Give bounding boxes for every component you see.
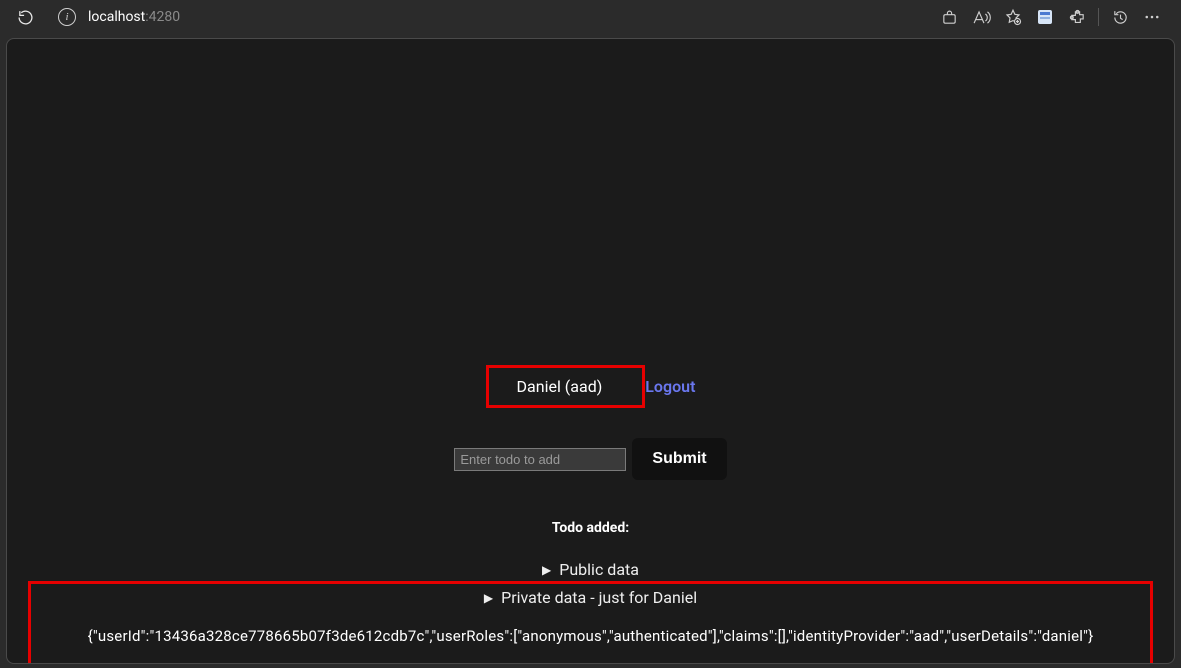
shopping-icon[interactable] <box>934 3 964 31</box>
todo-form: Submit <box>454 438 726 480</box>
logout-link[interactable]: Logout <box>645 377 695 396</box>
url-port: :4280 <box>145 9 180 25</box>
history-icon[interactable] <box>1105 3 1135 31</box>
app-content: Daniel (aad) Logout Submit Todo added: ▶… <box>7 365 1174 664</box>
triangle-right-icon: ▶ <box>484 591 493 605</box>
submit-button[interactable]: Submit <box>632 438 726 480</box>
extensions-icon[interactable] <box>1062 3 1092 31</box>
url-host: localhost <box>88 9 145 25</box>
todo-input[interactable] <box>454 448 626 471</box>
favorites-icon[interactable] <box>998 3 1028 31</box>
user-display-highlight: Daniel (aad) <box>486 365 646 408</box>
page-viewport: Daniel (aad) Logout Submit Todo added: ▶… <box>6 38 1175 664</box>
private-data-label: Private data - just for Daniel <box>501 588 697 607</box>
reload-button[interactable] <box>10 3 40 31</box>
private-data-highlight: ▶ Private data - just for Daniel {"userI… <box>28 581 1153 664</box>
info-icon: i <box>58 8 76 26</box>
toolbar-right-icons <box>934 3 1171 31</box>
public-data-label: Public data <box>559 560 639 579</box>
browser-toolbar: i localhost:4280 <box>0 0 1181 34</box>
address-bar[interactable]: i localhost:4280 <box>52 3 928 31</box>
private-data-toggle[interactable]: ▶ Private data - just for Daniel <box>484 588 697 607</box>
todo-added-label: Todo added: <box>552 520 629 536</box>
public-data-toggle[interactable]: ▶ Public data <box>542 560 639 579</box>
user-display: Daniel (aad) <box>517 377 603 396</box>
triangle-right-icon: ▶ <box>542 563 551 577</box>
more-icon[interactable] <box>1137 3 1167 31</box>
client-principal-json: {"userId":"13436a328ce778665b07f3de612cd… <box>88 627 1094 645</box>
extension-page-icon[interactable] <box>1030 3 1060 31</box>
read-aloud-icon[interactable] <box>966 3 996 31</box>
user-row: Daniel (aad) Logout <box>486 365 696 408</box>
